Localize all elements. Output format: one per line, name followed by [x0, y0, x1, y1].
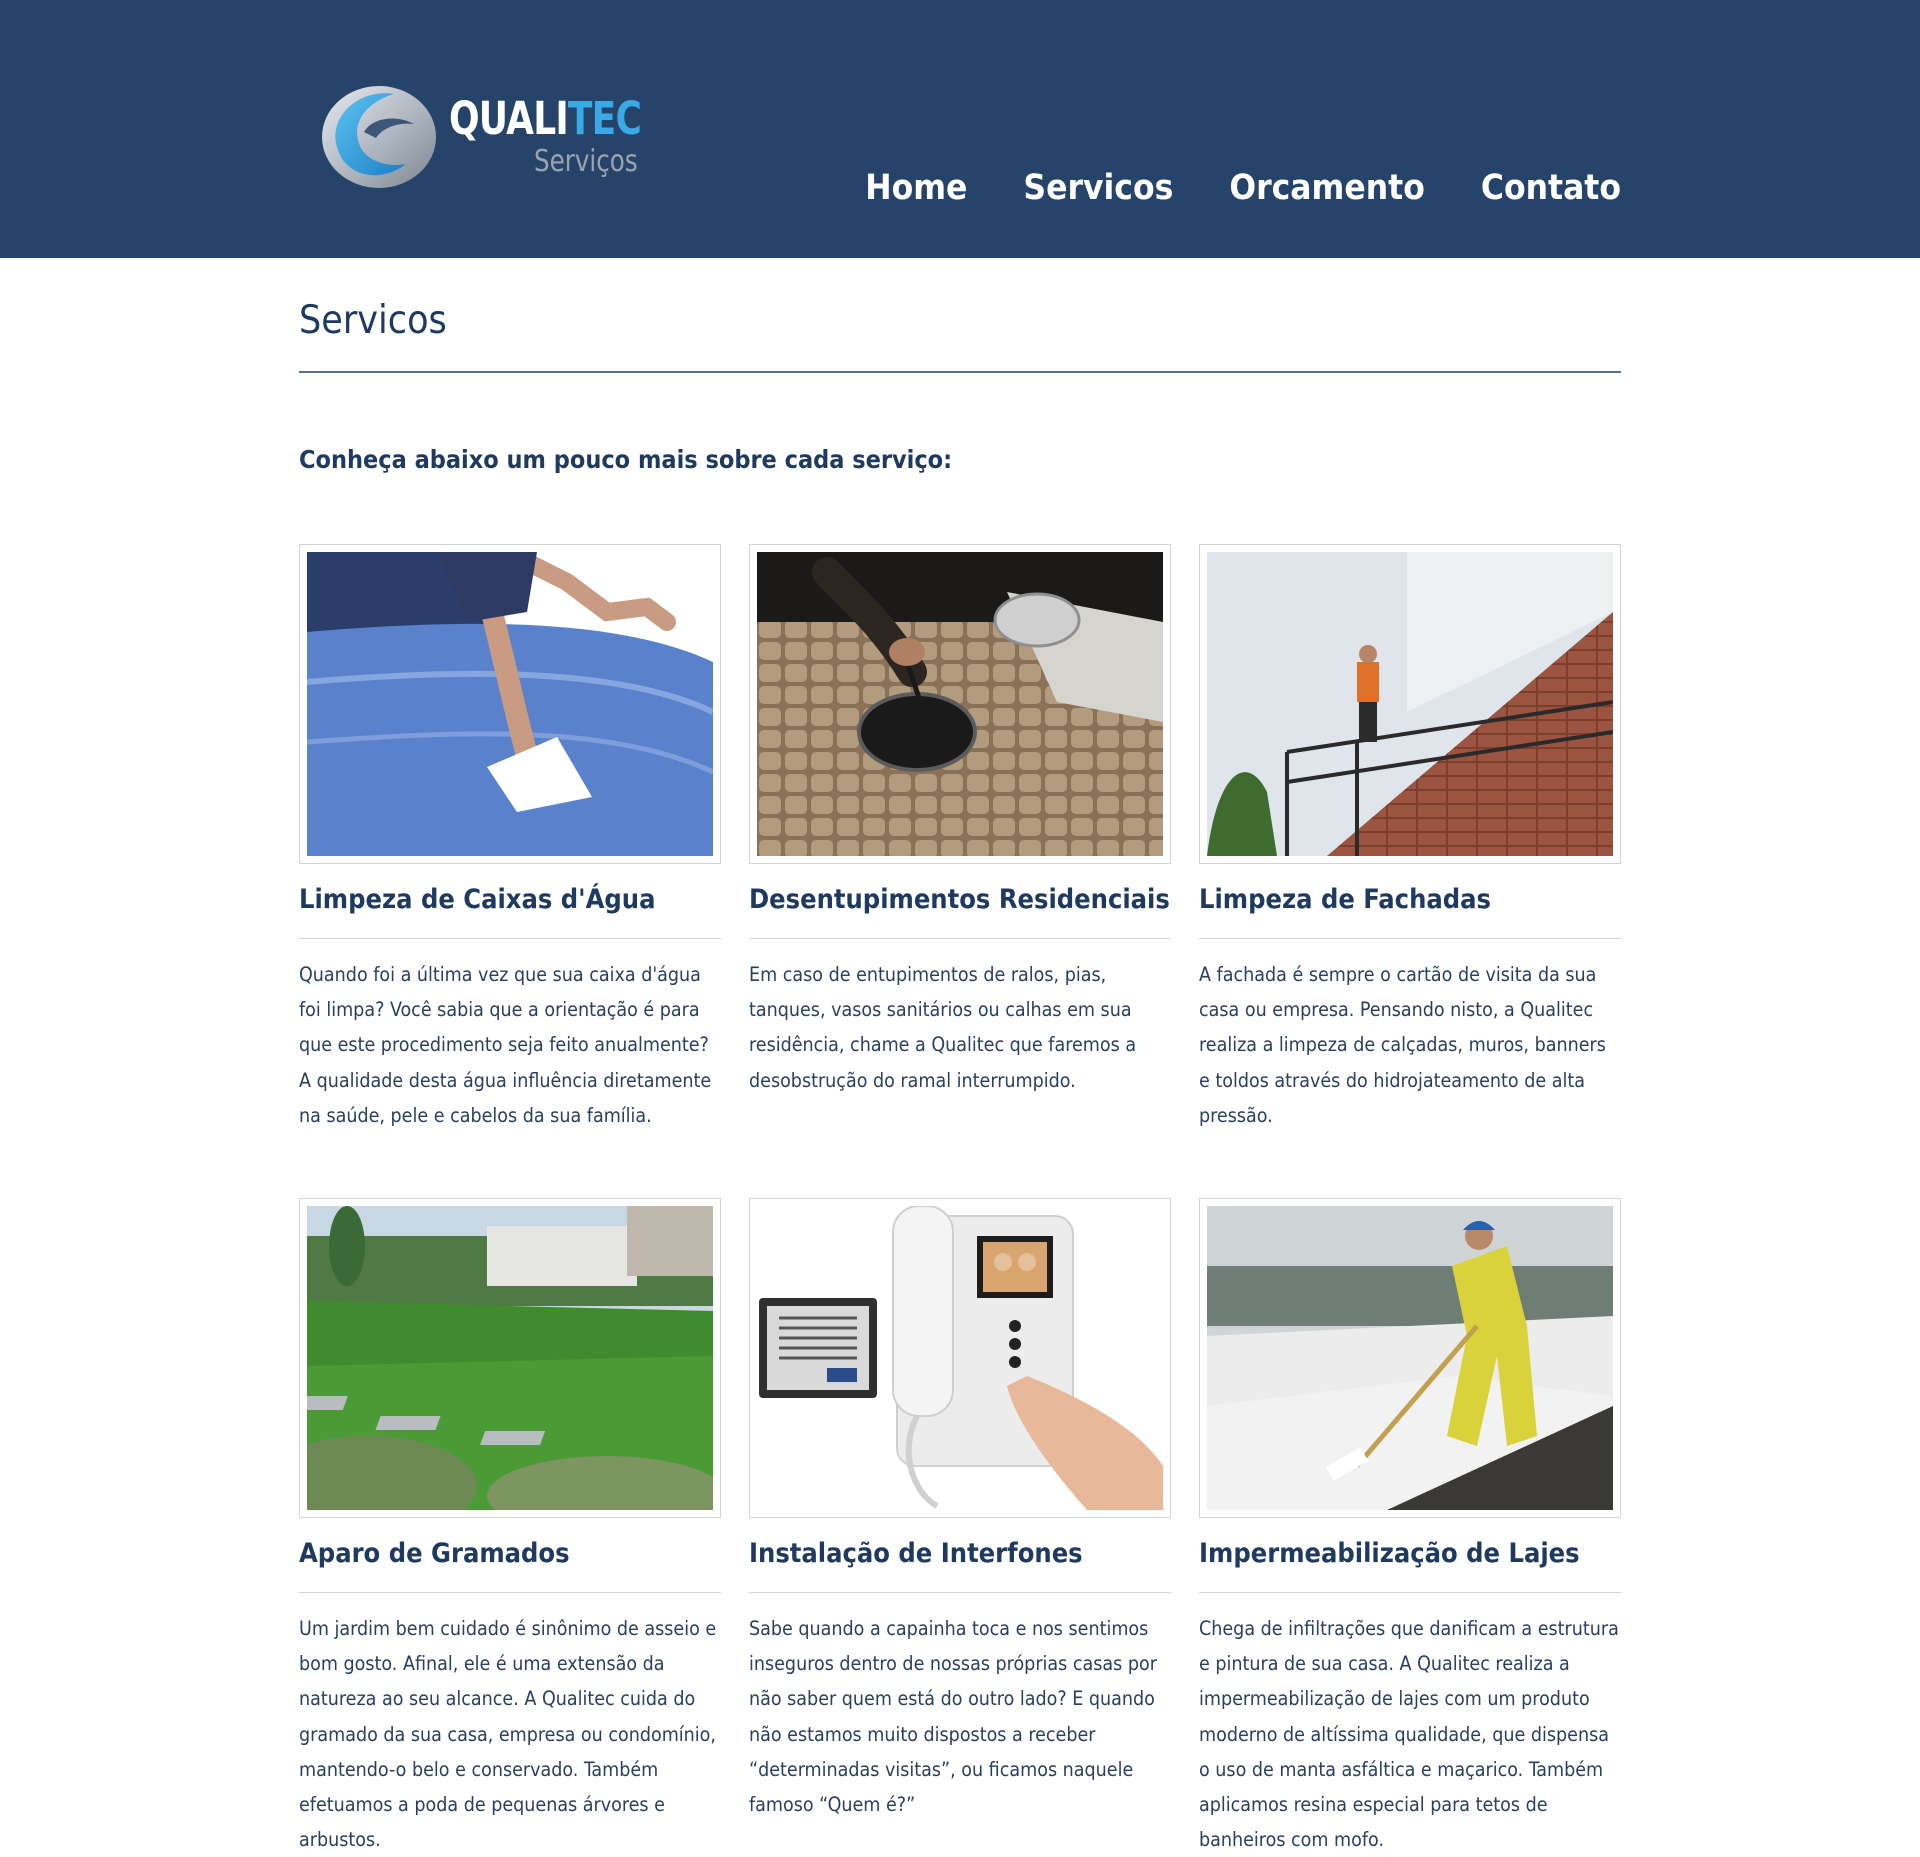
site-header: QUALITEC Serviços Home Servicos Orcament…: [0, 0, 1920, 258]
logo-word-quali: QUALI: [449, 92, 569, 145]
facade-photo: [1207, 552, 1613, 856]
service-title: Impermeabilização de Lajes: [1199, 1538, 1580, 1569]
service-description: Chega de infiltrações que danificam a es…: [1199, 1617, 1619, 1852]
nav-contato[interactable]: Contato: [1481, 168, 1621, 208]
page-title: Servicos: [299, 298, 447, 343]
intro-text: Conheça abaixo um pouco mais sobre cada …: [299, 445, 953, 474]
service-image-lajes: [1199, 1198, 1621, 1518]
service-image-interfones: [749, 1198, 1171, 1518]
service-title: Instalação de Interfones: [749, 1538, 1083, 1569]
card-divider: [749, 938, 1171, 939]
service-description: A fachada é sempre o cartão de visita da…: [1199, 963, 1606, 1127]
service-description: Em caso de entupimentos de ralos, pias, …: [749, 963, 1137, 1092]
card-divider: [299, 1592, 721, 1593]
intercom-photo: [757, 1206, 1163, 1510]
water-tank-photo: [307, 552, 713, 856]
service-image-desentupimentos: [749, 544, 1171, 864]
service-description: Um jardim bem cuidado é sinônimo de asse…: [299, 1617, 717, 1852]
main-nav: Home Servicos Orcamento Contato: [865, 168, 1621, 208]
service-image-fachadas: [1199, 544, 1621, 864]
nav-home[interactable]: Home: [865, 168, 967, 208]
logo-word-tec: TEC: [567, 92, 642, 145]
logo-subtitle: Serviços: [534, 144, 638, 179]
card-divider: [1199, 1592, 1621, 1593]
logo-swirl-icon: [322, 86, 436, 188]
lawn-photo: [307, 1206, 713, 1510]
qualitec-logo[interactable]: QUALITEC Serviços: [316, 80, 642, 195]
service-image-caixas: [299, 544, 721, 864]
service-title: Limpeza de Caixas d'Água: [299, 884, 656, 915]
drain-photo: [757, 552, 1163, 856]
waterproofing-photo: [1207, 1206, 1613, 1510]
card-divider: [749, 1592, 1171, 1593]
nav-orcamento[interactable]: Orcamento: [1229, 168, 1425, 208]
title-divider: [299, 371, 1621, 373]
service-description: Sabe quando a capainha toca e nos sentim…: [749, 1617, 1157, 1817]
logo-wordmark: QUALITEC: [449, 92, 642, 145]
service-title: Aparo de Gramados: [299, 1538, 570, 1569]
service-image-gramados: [299, 1198, 721, 1518]
nav-servicos[interactable]: Servicos: [1023, 168, 1173, 208]
card-divider: [299, 938, 721, 939]
card-divider: [1199, 938, 1621, 939]
service-title: Desentupimentos Residenciais: [749, 884, 1170, 915]
service-description: Quando foi a última vez que sua caixa d'…: [299, 963, 712, 1127]
service-title: Limpeza de Fachadas: [1199, 884, 1491, 915]
